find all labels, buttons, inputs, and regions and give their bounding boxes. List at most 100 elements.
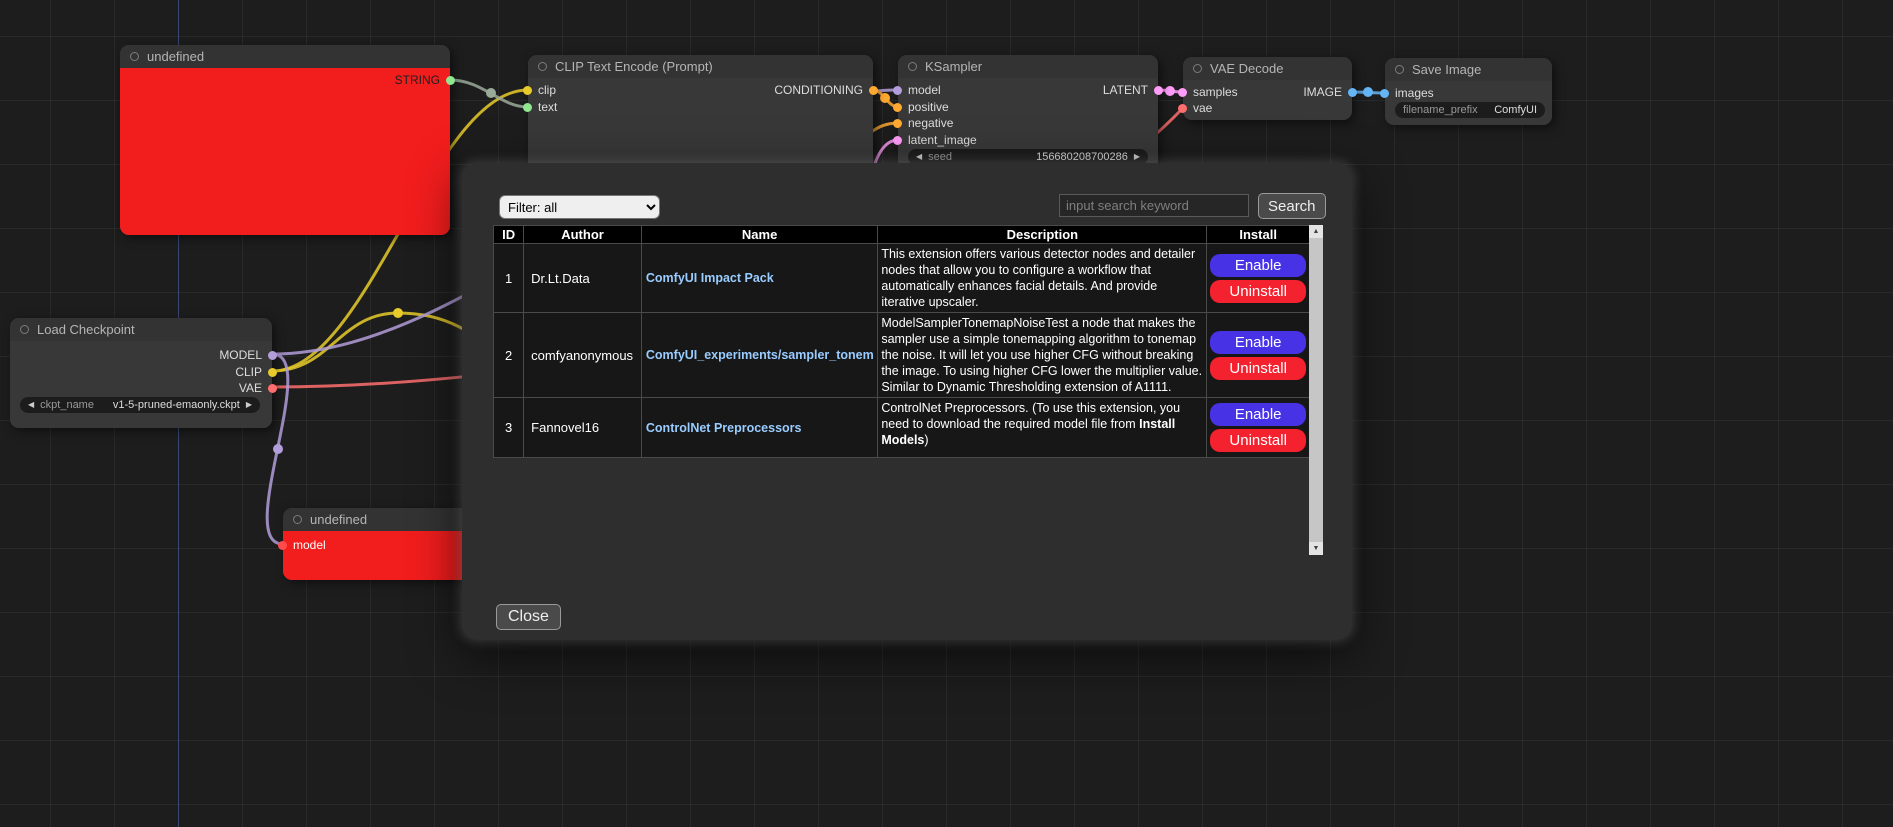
- header-author: Author: [524, 226, 642, 244]
- node-header[interactable]: VAE Decode: [1183, 57, 1352, 80]
- image-output-slot[interactable]: [1348, 88, 1357, 97]
- node-header[interactable]: Load Checkpoint: [10, 318, 272, 341]
- slot-label: latent_image: [908, 133, 977, 147]
- enable-button[interactable]: Enable: [1210, 331, 1306, 354]
- ext-name-link[interactable]: ComfyUI Impact Pack: [646, 271, 873, 285]
- node-vae-decode[interactable]: VAE Decode samples vae IMAGE: [1183, 57, 1352, 120]
- increment-arrow-icon[interactable]: ▶: [1134, 153, 1140, 161]
- node-body: STRING: [120, 68, 450, 235]
- images-input-slot[interactable]: [1380, 89, 1389, 98]
- clip-input-slot[interactable]: [523, 86, 532, 95]
- node-title: KSampler: [925, 59, 982, 74]
- node-collapse-icon[interactable]: [293, 515, 302, 524]
- slot-label: model: [908, 83, 941, 97]
- model-input-slot[interactable]: [893, 86, 902, 95]
- node-header[interactable]: Save Image: [1385, 58, 1552, 81]
- text-input-slot[interactable]: [523, 103, 532, 112]
- node-header[interactable]: undefined: [120, 45, 450, 68]
- close-button[interactable]: Close: [496, 604, 561, 630]
- scrollbar-thumb[interactable]: [1309, 238, 1323, 542]
- scroll-down-icon[interactable]: ▼: [1309, 542, 1323, 555]
- uninstall-button[interactable]: Uninstall: [1210, 357, 1306, 380]
- node-load-checkpoint[interactable]: Load Checkpoint MODEL CLIP VAE ◀ ckpt_na…: [10, 318, 272, 428]
- ckpt-name-widget[interactable]: ◀ ckpt_name v1-5-pruned-emaonly.ckpt ▶: [20, 397, 260, 413]
- slot-label: images: [1395, 86, 1434, 100]
- table-header-row: ID Author Name Description Install: [494, 226, 1310, 244]
- node-header[interactable]: KSampler: [898, 55, 1158, 78]
- slot-label: CONDITIONING: [774, 83, 863, 97]
- ext-install-cell: Enable Uninstall: [1207, 313, 1310, 398]
- extension-table: ID Author Name Description Install 1 Dr.…: [493, 225, 1310, 458]
- table-row: 2 comfyanonymous ComfyUI_experiments/sam…: [494, 313, 1310, 398]
- widget-label: filename_prefix: [1403, 104, 1478, 116]
- decrement-arrow-icon[interactable]: ◀: [916, 153, 922, 161]
- header-id: ID: [494, 226, 524, 244]
- node-title: Load Checkpoint: [37, 322, 135, 337]
- ext-description: ControlNet Preprocessors. (To use this e…: [878, 398, 1207, 458]
- node-body: MODEL CLIP VAE ◀ ckpt_name v1-5-pruned-e…: [10, 341, 272, 428]
- ext-name-link[interactable]: ControlNet Preprocessors: [646, 421, 873, 435]
- enable-button[interactable]: Enable: [1210, 254, 1306, 277]
- uninstall-button[interactable]: Uninstall: [1210, 429, 1306, 452]
- vae-output-slot[interactable]: [268, 384, 277, 393]
- slot-label: CLIP: [235, 365, 262, 379]
- ext-author: Dr.Lt.Data: [524, 244, 642, 313]
- node-header[interactable]: CLIP Text Encode (Prompt): [528, 55, 873, 78]
- slot-label: samples: [1193, 85, 1238, 99]
- node-undefined-top[interactable]: undefined STRING: [120, 45, 450, 235]
- model-input-slot[interactable]: [278, 541, 287, 550]
- node-collapse-icon[interactable]: [908, 62, 917, 71]
- negative-input-slot[interactable]: [893, 119, 902, 128]
- vae-input-slot[interactable]: [1178, 104, 1187, 113]
- slot-label: text: [538, 100, 557, 114]
- node-save-image[interactable]: Save Image images filename_prefix ComfyU…: [1385, 58, 1552, 125]
- ext-author: Fannovel16: [524, 398, 642, 458]
- conditioning-output-slot[interactable]: [869, 86, 878, 95]
- node-body: samples vae IMAGE: [1183, 80, 1352, 120]
- ext-author: comfyanonymous: [524, 313, 642, 398]
- string-output-slot[interactable]: [446, 76, 455, 85]
- node-collapse-icon[interactable]: [1193, 64, 1202, 73]
- positive-input-slot[interactable]: [893, 103, 902, 112]
- latent-output-slot[interactable]: [1154, 86, 1163, 95]
- enable-button[interactable]: Enable: [1210, 403, 1306, 426]
- node-title: VAE Decode: [1210, 61, 1283, 76]
- node-body: images filename_prefix ComfyUI: [1385, 81, 1552, 125]
- search-button[interactable]: Search: [1258, 193, 1326, 219]
- comfyui-workspace: undefined STRING CLIP Text Encode (Promp…: [0, 0, 1893, 827]
- node-collapse-icon[interactable]: [1395, 65, 1404, 74]
- node-collapse-icon[interactable]: [20, 325, 29, 334]
- slot-label: LATENT: [1103, 83, 1148, 97]
- filename-prefix-widget[interactable]: filename_prefix ComfyUI: [1395, 102, 1545, 118]
- widget-value: ComfyUI: [1494, 104, 1537, 116]
- slot-label: VAE: [239, 381, 262, 395]
- table-scrollbar[interactable]: ▲ ▼: [1309, 225, 1323, 555]
- ext-description: ModelSamplerTonemapNoiseTest a node that…: [878, 313, 1207, 398]
- uninstall-button[interactable]: Uninstall: [1210, 280, 1306, 303]
- header-install: Install: [1207, 226, 1310, 244]
- ext-id: 1: [494, 244, 524, 313]
- increment-arrow-icon[interactable]: ▶: [246, 401, 252, 409]
- slot-label: vae: [1193, 101, 1212, 115]
- slot-label: clip: [538, 83, 556, 97]
- slot-label: STRING: [395, 73, 440, 87]
- ext-install-cell: Enable Uninstall: [1207, 244, 1310, 313]
- model-output-slot[interactable]: [268, 351, 277, 360]
- widget-value: v1-5-pruned-emaonly.ckpt: [113, 399, 240, 411]
- header-description: Description: [878, 226, 1207, 244]
- filter-select[interactable]: Filter: all: [499, 195, 660, 219]
- ext-description: This extension offers various detector n…: [878, 244, 1207, 313]
- ext-id: 3: [494, 398, 524, 458]
- slot-label: negative: [908, 116, 953, 130]
- clip-output-slot[interactable]: [268, 368, 277, 377]
- search-input[interactable]: [1059, 194, 1249, 217]
- header-name: Name: [641, 226, 877, 244]
- latent-image-input-slot[interactable]: [893, 136, 902, 145]
- decrement-arrow-icon[interactable]: ◀: [28, 401, 34, 409]
- samples-input-slot[interactable]: [1178, 88, 1187, 97]
- scroll-up-icon[interactable]: ▲: [1309, 225, 1323, 238]
- ext-name-link[interactable]: ComfyUI_experiments/sampler_tonemap: [646, 348, 873, 362]
- extension-manager-dialog: Filter: all Search ID Author Name Descri…: [462, 163, 1352, 640]
- node-collapse-icon[interactable]: [130, 52, 139, 61]
- node-collapse-icon[interactable]: [538, 62, 547, 71]
